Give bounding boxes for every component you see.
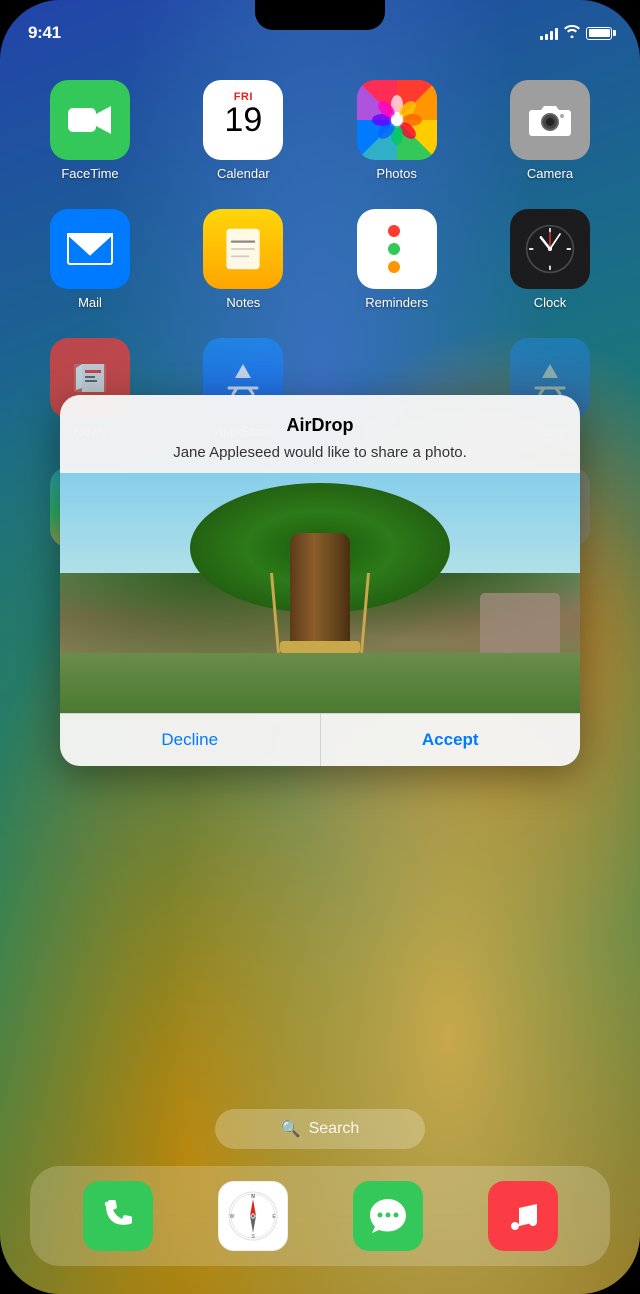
search-label: Search (309, 1120, 360, 1138)
wifi-icon (564, 25, 580, 41)
dock-app-music[interactable] (488, 1181, 558, 1251)
app-notes[interactable]: Notes (183, 209, 303, 310)
airdrop-photo-preview (60, 473, 580, 713)
phone-frame: 9:41 (0, 0, 640, 1294)
airdrop-decline-button[interactable]: Decline (60, 714, 321, 766)
airdrop-title: AirDrop (80, 415, 560, 436)
dock: N S W E (30, 1166, 610, 1266)
notch (255, 0, 385, 30)
app-row-2: Mail Notes (30, 209, 610, 310)
airdrop-modal: AirDrop Jane Appleseed would like to sha… (60, 395, 580, 766)
search-bar[interactable]: 🔍 Search (215, 1109, 425, 1149)
search-icon: 🔍 (281, 1119, 301, 1139)
airdrop-accept-button[interactable]: Accept (321, 714, 581, 766)
dock-app-phone[interactable] (83, 1181, 153, 1251)
svg-text:N: N (251, 1194, 255, 1200)
app-reminders[interactable]: Reminders (337, 209, 457, 310)
airdrop-header: AirDrop Jane Appleseed would like to sha… (60, 395, 580, 473)
app-row-1: FaceTime FRI 19 Calendar (30, 80, 610, 181)
app-calendar[interactable]: FRI 19 Calendar (183, 80, 303, 181)
app-photos[interactable]: Photos (337, 80, 457, 181)
airdrop-subtitle: Jane Appleseed would like to share a pho… (80, 442, 560, 463)
app-facetime[interactable]: FaceTime (30, 80, 150, 181)
svg-text:W: W (229, 1214, 234, 1220)
app-clock[interactable]: Clock (490, 209, 610, 310)
app-mail[interactable]: Mail (30, 209, 150, 310)
dock-app-messages[interactable] (353, 1181, 423, 1251)
dock-app-safari[interactable]: N S W E (218, 1181, 288, 1251)
battery-icon (586, 27, 612, 40)
app-camera[interactable]: Camera (490, 80, 610, 181)
airdrop-actions: Decline Accept (60, 713, 580, 766)
status-icons (540, 25, 612, 41)
status-time: 9:41 (28, 23, 61, 43)
signal-icon (540, 26, 558, 40)
